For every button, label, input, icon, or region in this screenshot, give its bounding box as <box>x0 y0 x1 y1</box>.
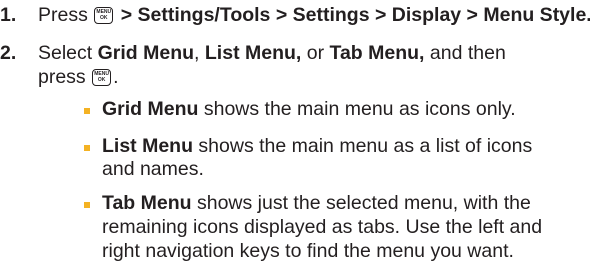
step-text: Press MENU OK > Settings/Tools > Settings… <box>38 4 590 27</box>
menu-ok-key-icon: MENU OK <box>92 69 112 86</box>
option-list-menu: List Menu, <box>204 42 302 64</box>
step-line: press MENU OK. <box>38 66 119 88</box>
bullet-tab-menu-cont: right navigation keys to find the menu y… <box>102 240 514 262</box>
bullet-tab-menu-cont: remaining icons displayed as tabs. Use t… <box>102 216 543 238</box>
instruction-page: 1. Press MENU OK > Settings/Tools > Setti… <box>0 0 590 277</box>
menu-path: > Settings/Tools > Settings > Display > … <box>120 4 590 26</box>
bullet-marker <box>84 202 90 208</box>
step-line: Select Grid Menu, List Menu, or Tab Menu… <box>38 42 506 64</box>
bullet-marker <box>84 145 90 151</box>
bullet-list-menu-cont: and names. <box>102 158 204 180</box>
menu-ok-key-icon: MENU OK <box>94 7 114 24</box>
option-grid-menu: Grid Menu <box>97 42 195 64</box>
bullet-tab-menu: Tab Menu shows just the selected menu, w… <box>102 192 531 214</box>
bullet-list-menu: List Menu shows the main menu as a list … <box>102 135 533 157</box>
bullet-marker <box>84 108 90 114</box>
bullet-grid-menu: Grid Menu shows the main menu as icons o… <box>102 98 516 120</box>
step-verb: Press <box>38 4 88 26</box>
option-tab-menu: Tab Menu, <box>329 42 425 64</box>
step-number: 2. <box>0 42 17 64</box>
step-number: 1. <box>0 4 17 26</box>
